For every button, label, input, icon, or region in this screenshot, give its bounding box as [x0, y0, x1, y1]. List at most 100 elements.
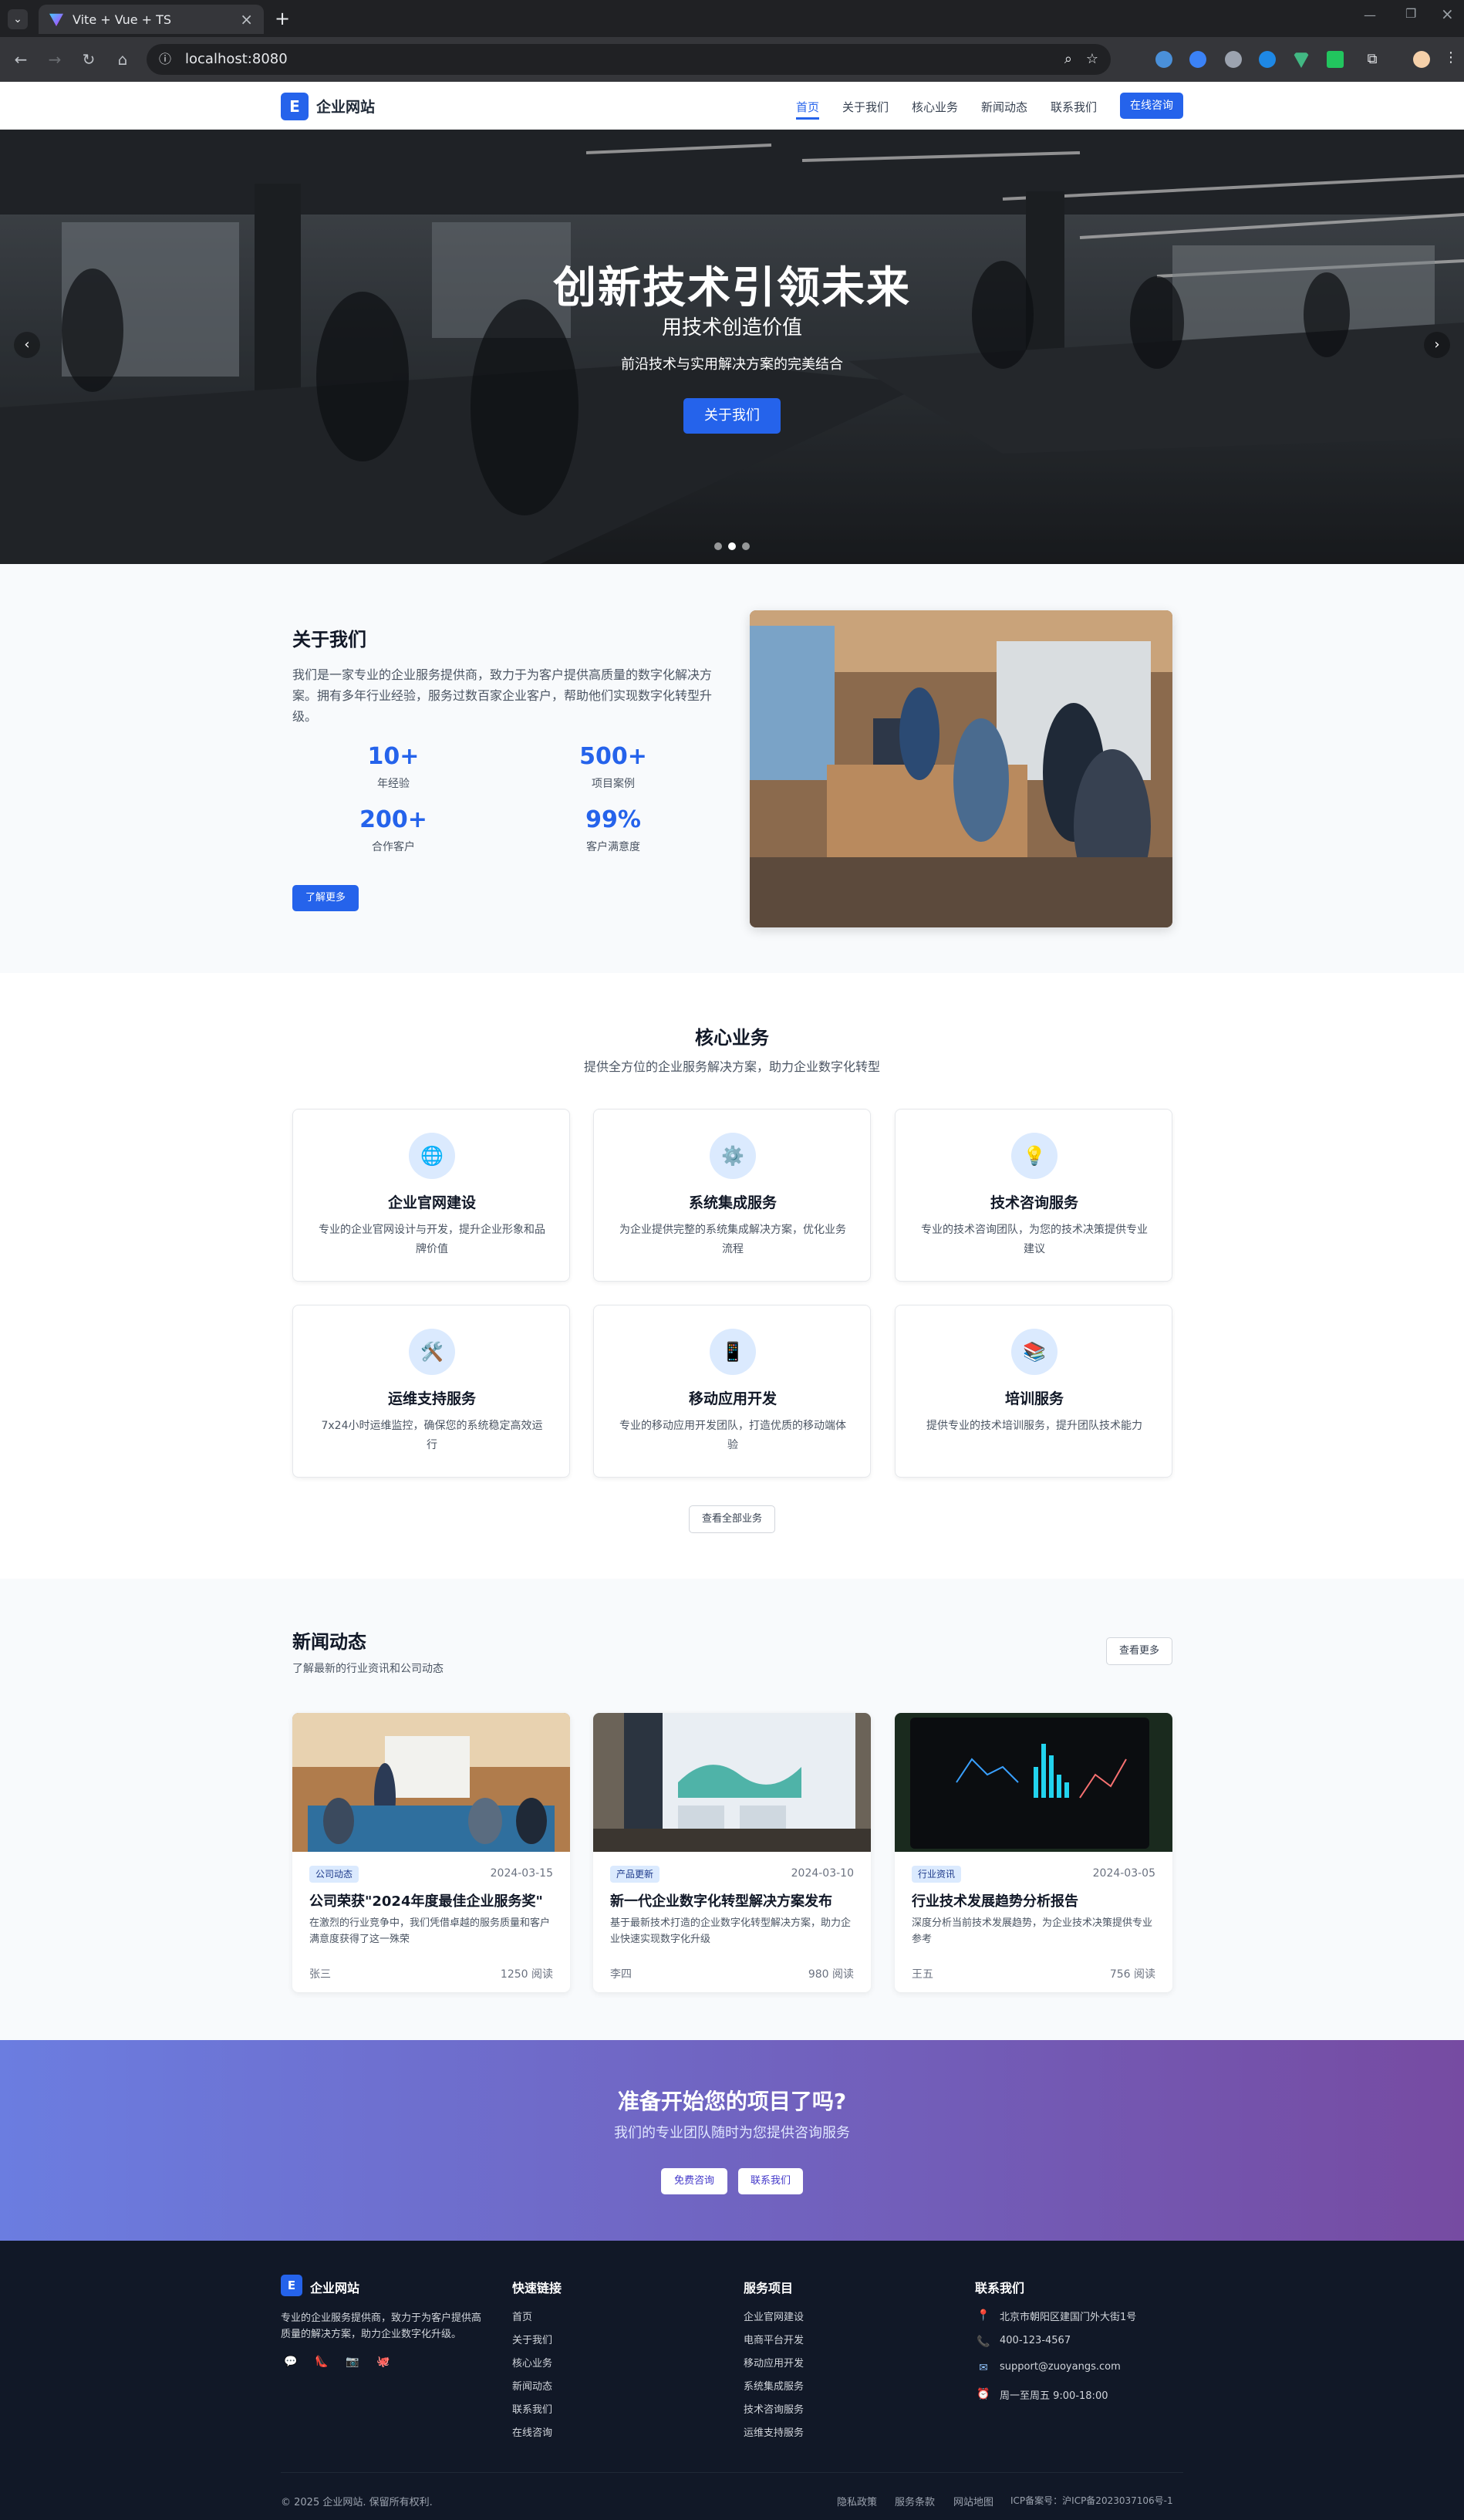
nav-services[interactable]: 核心业务	[912, 99, 958, 115]
footer-link-consult[interactable]: 在线咨询	[512, 2424, 552, 2439]
view-all-services-button[interactable]: 查看全部业务	[689, 1505, 775, 1533]
footer-logo-mark[interactable]: E	[281, 2275, 302, 2296]
bookmark-star-icon[interactable]: ☆	[1086, 44, 1098, 75]
footer-service-link[interactable]: 运维支持服务	[744, 2424, 804, 2439]
news-card-2[interactable]: 产品更新 2024-03-10 新一代企业数字化转型解决方案发布 基于最新技术打…	[593, 1713, 871, 1992]
carousel-dot-1[interactable]	[714, 542, 722, 550]
service-desc: 专业的技术咨询团队，为您的技术决策提供专业建议	[921, 1224, 1148, 1255]
zoom-icon[interactable]: ⌕	[1064, 44, 1072, 75]
puzzle-icon[interactable]: ⧉	[1364, 51, 1381, 68]
service-card-training[interactable]: 📚 培训服务 提供专业的技术培训服务，提升团队技术能力	[895, 1305, 1172, 1478]
logo-mark[interactable]: E	[281, 93, 309, 120]
news-more-button[interactable]: 查看更多	[1106, 1637, 1172, 1665]
news-image-meeting	[292, 1713, 570, 1852]
mobile-icon: 📱	[710, 1329, 756, 1375]
footer-link-about[interactable]: 关于我们	[512, 2332, 552, 2346]
footer-service-link[interactable]: 技术咨询服务	[744, 2401, 804, 2416]
news-reads: 1250 阅读	[500, 1968, 553, 1981]
footer-link-services[interactable]: 核心业务	[512, 2355, 552, 2370]
back-icon[interactable]: ←	[9, 48, 32, 71]
footer-phone[interactable]: 400-123-4567	[1000, 2335, 1071, 2346]
news-image-analytics	[895, 1713, 1172, 1852]
consult-button[interactable]: 在线咨询	[1120, 93, 1183, 119]
menu-icon[interactable]: ⋮	[1444, 49, 1458, 66]
footer-link-news[interactable]: 新闻动态	[512, 2378, 552, 2393]
nav-news[interactable]: 新闻动态	[981, 99, 1027, 115]
carousel-prev-arrow-icon[interactable]: ‹	[14, 332, 40, 358]
tab-search-button[interactable]: ⌄	[8, 9, 28, 29]
footer-link-contact[interactable]: 联系我们	[512, 2401, 552, 2416]
footer-logo-text[interactable]: 企业网站	[310, 2278, 359, 2296]
news-title[interactable]: 新一代企业数字化转型解决方案发布	[610, 1890, 857, 1910]
qq-icon[interactable]: 🐙	[376, 2355, 390, 2369]
weibo-icon[interactable]: 👠	[315, 2355, 329, 2369]
footer-icp-link[interactable]: ICP备案号：沪ICP备2023037106号-1	[1010, 2494, 1173, 2507]
tab-title: Vite + Vue + TS	[73, 12, 172, 27]
footer-link-home[interactable]: 首页	[512, 2309, 532, 2323]
learn-more-button[interactable]: 了解更多	[292, 885, 359, 911]
free-consult-button[interactable]: 免费咨询	[661, 2168, 727, 2194]
extension-icon-1[interactable]	[1155, 51, 1172, 68]
books-icon: 📚	[1011, 1329, 1058, 1375]
footer-service-link[interactable]: 系统集成服务	[744, 2378, 804, 2393]
close-window-button[interactable]: ×	[1441, 5, 1454, 23]
service-card-ops[interactable]: 🛠️ 运维支持服务 7x24小时运维监控，确保您的系统稳定高效运行	[292, 1305, 570, 1478]
forward-icon[interactable]: →	[43, 48, 66, 71]
maximize-button[interactable]: ❐	[1405, 6, 1416, 21]
vue-devtools-icon[interactable]	[1293, 52, 1310, 68]
browser-tab[interactable]: Vite + Vue + TS ×	[39, 5, 264, 34]
news-title[interactable]: 公司荣获"2024年度最佳企业服务奖"	[309, 1890, 556, 1910]
hero-subtitle: 用技术创造价值	[661, 316, 802, 339]
wechat-icon[interactable]: 💬	[284, 2355, 298, 2369]
service-card-consulting[interactable]: 💡 技术咨询服务 专业的技术咨询团队，为您的技术决策提供专业建议	[895, 1109, 1172, 1282]
footer-terms-link[interactable]: 服务条款	[895, 2494, 935, 2508]
carousel-dot-2[interactable]	[728, 542, 736, 550]
minimize-button[interactable]: —	[1364, 8, 1376, 22]
news-card-1[interactable]: 公司动态 2024-03-15 公司荣获"2024年度最佳企业服务奖" 在激烈的…	[292, 1713, 570, 1992]
news-date: 2024-03-10	[791, 1867, 854, 1880]
nav-home[interactable]: 首页	[796, 99, 819, 115]
site-info-icon[interactable]: ⓘ	[159, 44, 171, 75]
nav-contact[interactable]: 联系我们	[1051, 99, 1097, 115]
reload-icon[interactable]: ↻	[77, 48, 100, 71]
profile-avatar[interactable]	[1413, 51, 1430, 68]
carousel-next-arrow-icon[interactable]: ›	[1424, 332, 1450, 358]
extension-icon-4[interactable]	[1259, 51, 1276, 68]
hero-office-photo	[0, 130, 1464, 564]
hero-about-button[interactable]: 关于我们	[683, 398, 781, 434]
extension-icon-3[interactable]	[1225, 51, 1242, 68]
url-bar[interactable]: ⓘ localhost:8080 ⌕ ☆	[147, 44, 1111, 75]
services-title: 核心业务	[695, 1027, 769, 1049]
about-title: 关于我们	[292, 629, 366, 650]
close-tab-icon[interactable]: ×	[240, 10, 253, 29]
contact-us-button[interactable]: 联系我们	[738, 2168, 803, 2194]
footer-privacy-link[interactable]: 隐私政策	[837, 2494, 877, 2508]
footer-quick-title: 快速链接	[512, 2281, 562, 2295]
nav-about[interactable]: 关于我们	[842, 99, 889, 115]
carousel-dot-3[interactable]	[742, 542, 750, 550]
lightbulb-icon: 💡	[1011, 1133, 1058, 1179]
footer-service-link[interactable]: 企业官网建设	[744, 2309, 804, 2323]
footer-sitemap-link[interactable]: 网站地图	[953, 2494, 993, 2508]
extension-icon-2[interactable]	[1189, 51, 1206, 68]
news-author: 张三	[309, 1968, 331, 1981]
camera-icon[interactable]: 📷	[346, 2355, 359, 2369]
footer-service-link[interactable]: 移动应用开发	[744, 2355, 804, 2370]
stat-clients-number: 200+	[359, 806, 427, 833]
service-card-website[interactable]: 🌐 企业官网建设 专业的企业官网设计与开发，提升企业形象和品牌价值	[292, 1109, 570, 1282]
home-icon[interactable]: ⌂	[111, 48, 134, 71]
footer-desc: 专业的企业服务提供商，致力于为客户提供高质量的解决方案，助力企业数字化升级。	[281, 2312, 482, 2340]
new-tab-button[interactable]: +	[275, 8, 290, 29]
logo-text[interactable]: 企业网站	[316, 96, 375, 117]
extension-icon-6[interactable]	[1327, 51, 1344, 68]
news-card-3[interactable]: 行业资讯 2024-03-05 行业技术发展趋势分析报告 深度分析当前技术发展趋…	[895, 1713, 1172, 1992]
news-date: 2024-03-05	[1092, 1867, 1155, 1880]
service-card-mobile[interactable]: 📱 移动应用开发 专业的移动应用开发团队，打造优质的移动端体验	[593, 1305, 871, 1478]
hero-title: 创新技术引领未来	[553, 263, 911, 313]
news-title[interactable]: 行业技术发展趋势分析报告	[912, 1890, 1159, 1910]
footer-service-link[interactable]: 电商平台开发	[744, 2332, 804, 2346]
news-summary: 在激烈的行业竞争中，我们凭借卓越的服务质量和客户满意度获得了这一殊荣	[309, 1917, 551, 1945]
footer-email[interactable]: support@zuoyangs.com	[1000, 2361, 1121, 2373]
service-card-integration[interactable]: ⚙️ 系统集成服务 为企业提供完整的系统集成解决方案，优化业务流程	[593, 1109, 871, 1282]
service-desc: 为企业提供完整的系统集成解决方案，优化业务流程	[619, 1224, 846, 1255]
